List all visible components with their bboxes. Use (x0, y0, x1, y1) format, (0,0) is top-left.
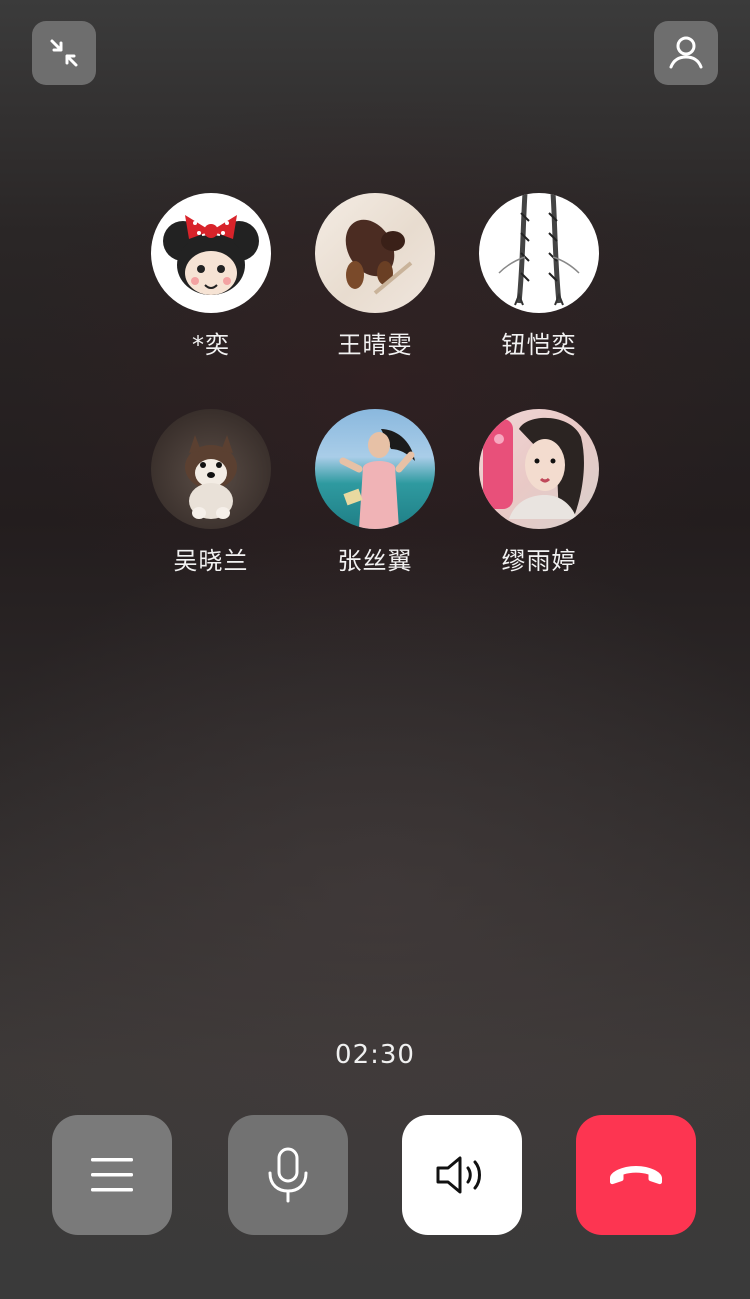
call-timer: 02:30 (335, 1040, 415, 1070)
participant[interactable]: 钮恺奕 (457, 193, 621, 383)
avatar (151, 193, 271, 313)
speaker-button[interactable] (402, 1115, 522, 1235)
person-icon (669, 36, 703, 69)
menu-icon (91, 1158, 133, 1192)
participant-name: 张丝翼 (337, 547, 413, 575)
add-member-button[interactable] (654, 21, 718, 85)
menu-button[interactable] (52, 1115, 172, 1235)
minimize-button[interactable] (32, 21, 96, 85)
speaker-icon (436, 1156, 481, 1194)
participant[interactable]: 吴晓兰 (129, 409, 293, 599)
husky-puppy-avatar (185, 435, 237, 519)
minimize-arrows-icon (50, 39, 78, 67)
participant-name: 钮恺奕 (501, 331, 577, 359)
participant-name: 王晴雯 (337, 331, 413, 359)
mouse-cartoon-avatar (163, 215, 259, 295)
beach-girl-avatar (339, 429, 415, 529)
participant[interactable]: *奕 (129, 193, 293, 383)
hang-up-button[interactable] (576, 1115, 696, 1235)
braids-sketch-avatar (498, 193, 580, 306)
microphone-icon (268, 1147, 308, 1203)
selfie-girl-avatar (483, 417, 584, 519)
hang-up-icon (610, 1166, 662, 1185)
participant[interactable]: 张丝翼 (293, 409, 457, 599)
dog-photo-avatar (345, 219, 413, 295)
avatar (315, 193, 435, 313)
participant-name: 缪雨婷 (501, 547, 577, 575)
participant-name: 吴晓兰 (173, 547, 249, 575)
participant[interactable]: 缪雨婷 (457, 409, 621, 599)
avatar (479, 409, 599, 529)
avatar (151, 409, 271, 529)
avatar (315, 409, 435, 529)
avatar (479, 193, 599, 313)
participant[interactable]: 王晴雯 (293, 193, 457, 383)
microphone-button[interactable] (228, 1115, 348, 1235)
participant-name: *奕 (192, 331, 230, 359)
